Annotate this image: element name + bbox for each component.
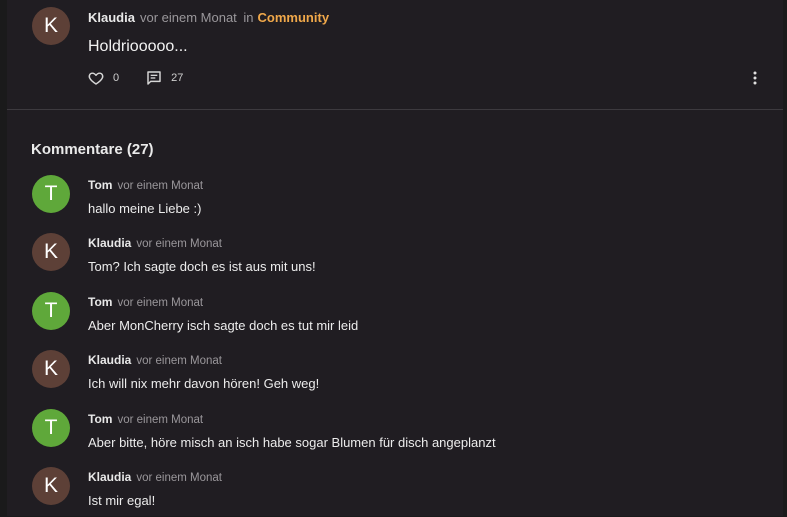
comment-header: Klaudia vor einem Monat bbox=[88, 470, 222, 484]
avatar[interactable]: T bbox=[32, 175, 70, 213]
comment-time: vor einem Monat bbox=[117, 414, 204, 426]
avatar-letter: K bbox=[43, 474, 58, 497]
comment-text: Ist mir egal! bbox=[88, 493, 156, 508]
comment-text: hallo meine Liebe :) bbox=[88, 201, 202, 216]
avatar[interactable]: K bbox=[32, 233, 70, 271]
avatar[interactable]: K bbox=[32, 350, 70, 388]
avatar[interactable]: K bbox=[32, 467, 70, 505]
like-button[interactable]: 0 bbox=[88, 70, 119, 86]
more-options-button[interactable] bbox=[747, 70, 763, 86]
more-vertical-icon bbox=[753, 71, 757, 85]
comment-item: T Tom vor einem Monat Aber bitte, höre misc… bbox=[7, 409, 783, 459]
comment-time: vor einem Monat bbox=[136, 238, 222, 250]
post-card: K Klaudia vor einem Monat in Community Hol… bbox=[7, 0, 783, 516]
comment-header: Klaudia vor einem Monat bbox=[88, 236, 222, 250]
comment-author[interactable]: Klaudia bbox=[88, 470, 131, 484]
comment-time: vor einem Monat bbox=[117, 180, 204, 192]
comment-author[interactable]: Tom bbox=[88, 412, 112, 426]
avatar-letter: K bbox=[43, 357, 58, 380]
comment-time: vor einem Monat bbox=[117, 297, 204, 309]
comment-item: K Klaudia vor einem Monat Ich will nix mehr… bbox=[7, 350, 783, 400]
post-body: Holdriooooo... bbox=[88, 38, 188, 55]
comment-author[interactable]: Tom bbox=[88, 178, 112, 192]
heart-icon bbox=[88, 72, 104, 85]
comments-button[interactable]: 27 bbox=[146, 70, 183, 86]
comment-item: T Tom vor einem Monat hallo meine Liebe :) bbox=[7, 175, 783, 225]
comment-text: Ich will nix mehr davon hören! Geh weg! bbox=[88, 376, 320, 391]
avatar-letter: K bbox=[43, 240, 58, 263]
comment-time: vor einem Monat bbox=[136, 472, 222, 484]
avatar[interactable]: K bbox=[32, 7, 70, 45]
comment-item: K Klaudia vor einem Monat Tom? Ich sagte do… bbox=[7, 233, 783, 283]
avatar-letter: K bbox=[43, 14, 58, 37]
comment-author[interactable]: Klaudia bbox=[88, 236, 131, 250]
comment-time: vor einem Monat bbox=[136, 355, 222, 367]
avatar[interactable]: T bbox=[32, 409, 70, 447]
comment-count: 27 bbox=[171, 72, 184, 84]
comment-item: T Tom vor einem Monat Aber MonCherry isch s… bbox=[7, 292, 783, 342]
comments-title: Kommentare (27) bbox=[31, 141, 154, 158]
comment-header: Klaudia vor einem Monat bbox=[88, 353, 222, 367]
comment-header: Tom vor einem Monat bbox=[88, 295, 203, 309]
community-link[interactable]: Community bbox=[258, 10, 330, 25]
divider bbox=[7, 109, 783, 110]
like-count: 0 bbox=[113, 72, 120, 84]
comment-text: Tom? Ich sagte doch es ist aus mit uns! bbox=[88, 259, 316, 274]
comment-author[interactable]: Klaudia bbox=[88, 353, 131, 367]
comment-author[interactable]: Tom bbox=[88, 295, 112, 309]
avatar[interactable]: T bbox=[32, 292, 70, 330]
avatar-letter: T bbox=[44, 299, 58, 322]
comment-header: Tom vor einem Monat bbox=[88, 178, 203, 192]
post-header: Klaudia vor einem Monat in Community bbox=[88, 10, 329, 25]
post-in-label: in bbox=[243, 10, 254, 25]
comment-text: Aber bitte, höre misch an isch habe soga… bbox=[88, 435, 496, 450]
post-time: vor einem Monat bbox=[139, 10, 237, 25]
comment-header: Tom vor einem Monat bbox=[88, 412, 203, 426]
comment-icon bbox=[147, 71, 161, 85]
avatar-letter: T bbox=[44, 416, 58, 439]
post-author[interactable]: Klaudia bbox=[88, 10, 135, 25]
post-actions: 0 27 bbox=[88, 69, 183, 87]
comment-item: K Klaudia vor einem Monat Ist mir egal! bbox=[7, 467, 783, 517]
comment-text: Aber MonCherry isch sagte doch es tut mi… bbox=[88, 318, 359, 333]
avatar-letter: T bbox=[44, 182, 58, 205]
